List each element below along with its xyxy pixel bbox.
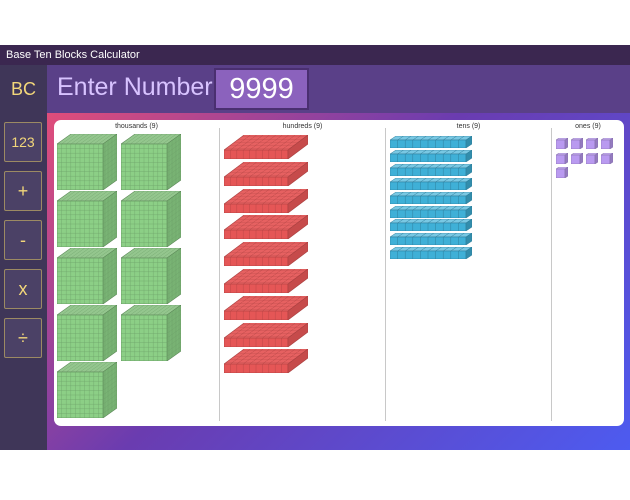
thousands-count: (9): [149, 123, 158, 130]
hundred-flat[interactable]: [223, 268, 309, 294]
hundred-flat[interactable]: [223, 348, 309, 374]
one-unit[interactable]: [585, 136, 599, 150]
thousand-cube[interactable]: [56, 304, 118, 362]
ten-rod[interactable]: [389, 149, 473, 163]
ones-label: ones: [575, 123, 591, 130]
ones-header: ones (9): [552, 123, 624, 130]
one-unit[interactable]: [555, 151, 569, 164]
thousand-cube[interactable]: [120, 247, 182, 305]
thousand-cube[interactable]: [56, 247, 118, 305]
hundreds-column: hundreds (9): [220, 120, 385, 426]
thousands-label: thousands: [115, 123, 148, 130]
tens-column: tens (9): [386, 120, 551, 426]
ten-rod[interactable]: [389, 163, 473, 177]
enter-number-label: Enter Number: [57, 73, 213, 101]
one-unit[interactable]: [570, 151, 584, 164]
hundreds-count: (9): [313, 123, 323, 130]
one-unit[interactable]: [585, 151, 599, 164]
hundred-flat[interactable]: [223, 161, 309, 187]
thousands-header: thousands (9): [54, 123, 219, 130]
one-unit[interactable]: [600, 151, 614, 164]
tens-count: (9): [471, 123, 481, 130]
one-unit[interactable]: [600, 136, 614, 150]
thousand-cube[interactable]: [120, 133, 182, 191]
app-logo: BC: [0, 65, 47, 113]
ones-count: (9): [592, 123, 601, 130]
ten-rod[interactable]: [389, 135, 473, 149]
header: Enter Number 9999: [47, 65, 630, 113]
ten-rod[interactable]: [389, 218, 473, 232]
tens-header: tens (9): [386, 123, 551, 130]
window-titlebar: Base Ten Blocks Calculator: [0, 45, 630, 65]
subtract-button[interactable]: -: [4, 220, 42, 260]
hundred-flat[interactable]: [223, 134, 309, 160]
one-unit[interactable]: [555, 165, 569, 179]
ten-rod[interactable]: [389, 205, 473, 218]
add-button[interactable]: +: [4, 171, 42, 211]
hundred-flat[interactable]: [223, 214, 309, 240]
tens-label: tens: [456, 123, 470, 130]
blocks-panel: thousands (9) hundreds (9) tens (9) ones…: [54, 120, 624, 426]
number-mode-button[interactable]: 123: [4, 122, 42, 162]
hundred-flat[interactable]: [223, 321, 309, 348]
ten-rod[interactable]: [389, 232, 473, 246]
thousand-cube[interactable]: [56, 190, 118, 248]
hundreds-header: hundreds (9): [220, 123, 385, 130]
one-unit[interactable]: [570, 136, 584, 150]
blocks-stage: thousands (9) hundreds (9) tens (9) ones…: [47, 113, 630, 450]
ten-rod[interactable]: [389, 191, 473, 205]
thousand-cube[interactable]: [120, 190, 182, 248]
thousand-cube[interactable]: [120, 304, 182, 362]
hundred-flat[interactable]: [223, 187, 309, 214]
one-unit[interactable]: [555, 136, 569, 150]
thousand-cube[interactable]: [56, 361, 118, 419]
hundred-flat[interactable]: [223, 241, 309, 267]
multiply-button[interactable]: x: [4, 269, 42, 309]
ones-column: ones (9): [552, 120, 624, 426]
hundred-flat[interactable]: [223, 295, 309, 321]
calculator-app: Base Ten Blocks Calculator BC Enter Numb…: [0, 45, 630, 450]
divide-button[interactable]: ÷: [4, 318, 42, 358]
thousands-column: thousands (9): [54, 120, 219, 426]
thousand-cube[interactable]: [56, 133, 118, 191]
ten-rod[interactable]: [389, 246, 473, 260]
hundreds-label: hundreds: [282, 123, 312, 130]
window-title: Base Ten Blocks Calculator: [6, 49, 140, 61]
ten-rod[interactable]: [389, 177, 473, 191]
operation-sidebar: 123 + - x ÷: [0, 113, 47, 450]
number-input[interactable]: 9999: [214, 68, 309, 110]
